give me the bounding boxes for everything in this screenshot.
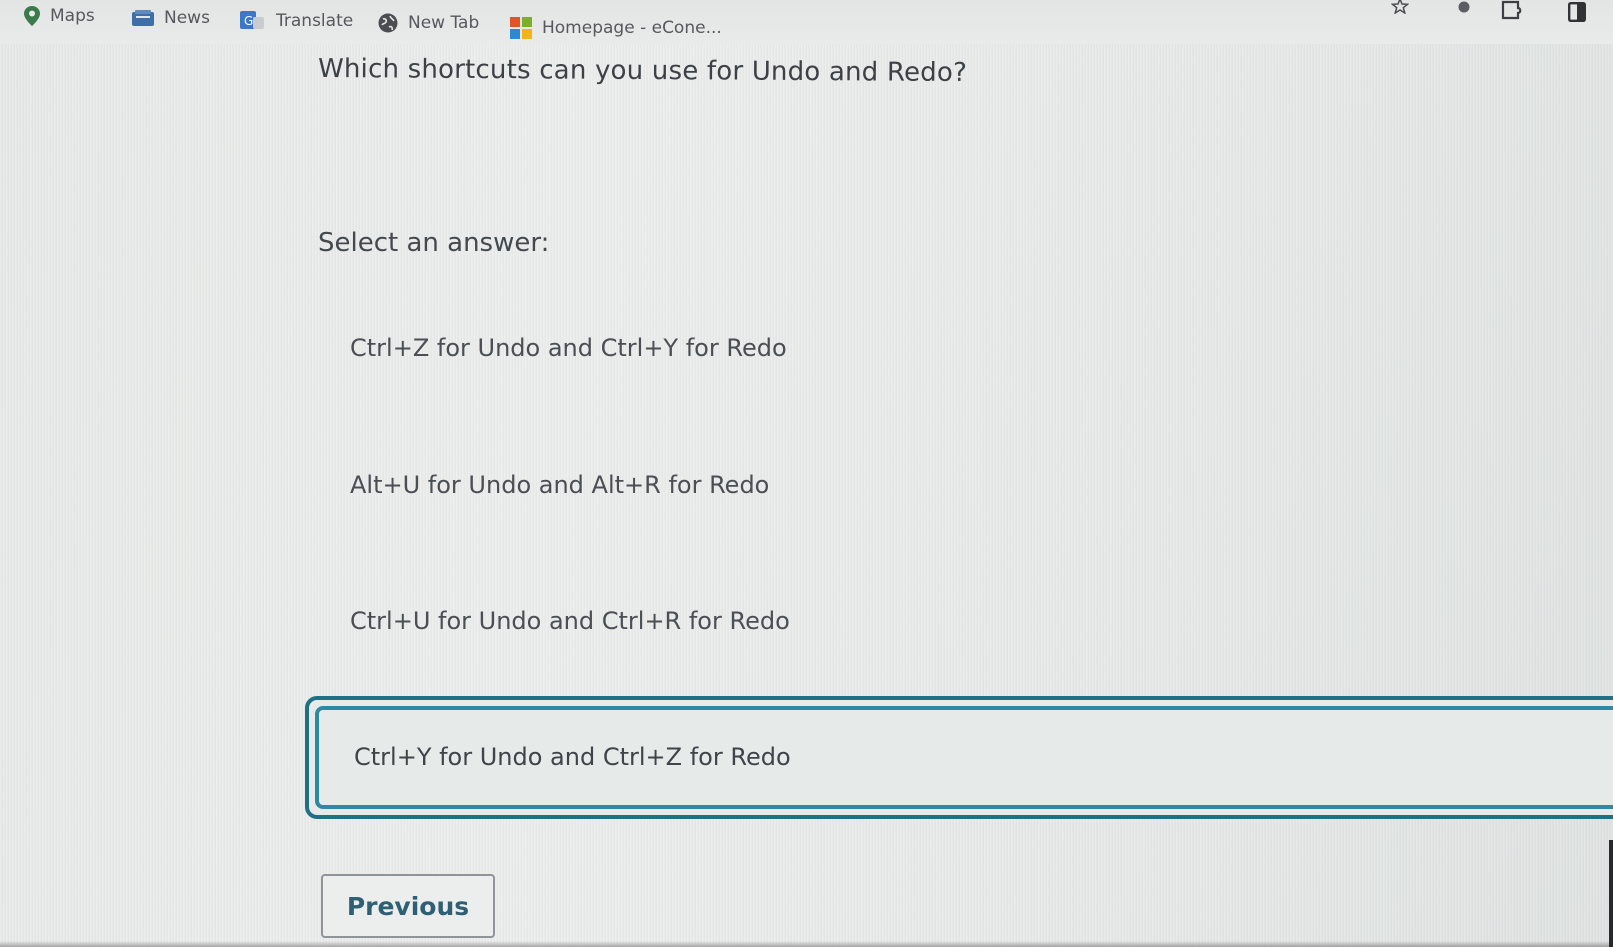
screen-bottom-shadow (0, 941, 1613, 947)
question-text: Which shortcuts can you use for Undo and… (317, 54, 968, 88)
answer-option-label: Ctrl+Y for Undo and Ctrl+Z for Redo (354, 743, 791, 771)
extension-icon[interactable] (1501, 0, 1523, 20)
map-pin-icon (24, 6, 40, 26)
answer-option-selected[interactable]: Ctrl+Y for Undo and Ctrl+Z for Redo (305, 696, 1613, 819)
news-icon (132, 10, 154, 26)
profile-dot-icon[interactable] (1457, 0, 1471, 14)
bookmarks-bar: Maps News G Translate New Tab Homepage -… (0, 0, 1613, 44)
windows-logo-icon (510, 17, 532, 39)
bookmark-star-icon[interactable] (1391, 0, 1409, 14)
browser-toolbar-icons (1373, 0, 1613, 24)
bookmark-news[interactable]: News (132, 8, 210, 28)
previous-button[interactable]: Previous (321, 874, 495, 938)
answer-option[interactable]: Alt+U for Undo and Alt+R for Redo (350, 471, 769, 499)
select-answer-label: Select an answer: (318, 228, 550, 258)
translate-icon: G (240, 11, 264, 29)
globe-icon (378, 13, 398, 33)
bookmark-label: Homepage - eCone... (542, 18, 722, 38)
bookmark-label: News (164, 8, 210, 28)
bookmark-label: Maps (50, 6, 95, 26)
svg-text:G: G (244, 14, 253, 28)
bookmark-new-tab[interactable]: New Tab (378, 13, 479, 33)
bookmark-translate[interactable]: G Translate (240, 11, 353, 31)
bookmark-maps[interactable]: Maps (24, 6, 95, 26)
bookmark-label: Translate (276, 11, 354, 31)
answer-option[interactable]: Ctrl+Z for Undo and Ctrl+Y for Redo (350, 334, 787, 362)
answer-option[interactable]: Ctrl+U for Undo and Ctrl+R for Redo (350, 607, 790, 635)
screen-bezel-edge (1609, 840, 1613, 947)
bookmark-homepage[interactable]: Homepage - eCone... (510, 17, 722, 39)
side-panel-icon[interactable] (1568, 2, 1586, 22)
bookmark-label: New Tab (408, 13, 480, 33)
